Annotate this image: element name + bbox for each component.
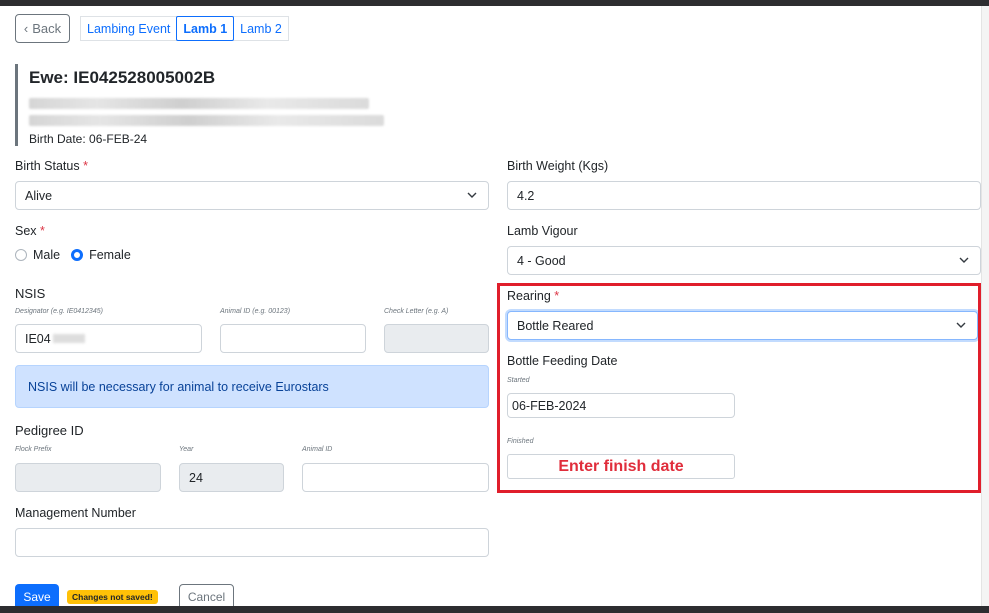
flock-prefix-label: Flock Prefix [15, 446, 52, 453]
window-bottom-bar [0, 606, 989, 613]
pedigree-animal-id-input[interactable] [302, 463, 489, 492]
ewe-birth-date: Birth Date: 06-FEB-24 [29, 132, 148, 146]
birth-status-label-text: Birth Status [15, 159, 80, 173]
management-number-input[interactable] [15, 528, 489, 557]
birth-weight-label: Birth Weight (Kgs) [507, 159, 609, 173]
check-letter-input [384, 324, 489, 353]
lamb-vigour-select[interactable]: 4 - Good [507, 246, 981, 275]
sex-radio-female[interactable] [71, 249, 84, 261]
birth-status-value: Alive [25, 188, 53, 203]
lamb-vigour-value: 4 - Good [517, 253, 566, 268]
birth-status-select[interactable]: Alive [15, 181, 489, 210]
flock-prefix-input [15, 463, 161, 492]
pedigree-animal-id-label: Animal ID [302, 446, 333, 453]
designator-value: IE04 [25, 331, 51, 346]
tab-lamb-1[interactable]: Lamb 1 [176, 16, 235, 41]
annotation-highlight-box [497, 283, 981, 493]
sex-label-text: Sex [15, 224, 37, 238]
pedigree-id-heading: Pedigree ID [15, 423, 84, 438]
nsis-alert-text: NSIS will be necessary for animal to rec… [28, 379, 329, 394]
sex-option-female-label[interactable]: Female [89, 248, 131, 262]
page-scrollbar[interactable] [981, 6, 989, 606]
tab-lamb-2[interactable]: Lamb 2 [233, 16, 289, 41]
nsis-animal-id-label: Animal ID (e.g. 00123) [220, 308, 291, 315]
back-button[interactable]: ‹ Back [15, 14, 70, 43]
designator-input[interactable]: IE04 [15, 324, 202, 353]
unsaved-changes-text: Changes not saved! [72, 592, 153, 602]
nsis-info-alert: NSIS will be necessary for animal to rec… [15, 365, 489, 408]
ewe-title: Ewe: IE042528005002B [29, 68, 216, 87]
sex-option-male-label[interactable]: Male [33, 248, 60, 262]
tab-lambing-event[interactable]: Lambing Event [80, 16, 178, 41]
sex-radio-group: Male Female [15, 248, 142, 262]
birth-weight-input[interactable]: 4.2 [507, 181, 981, 210]
lamb-tabs: Lambing Event Lamb 1 Lamb 2 [80, 16, 289, 41]
check-letter-label: Check Letter (e.g. A) [384, 308, 449, 315]
back-button-label: Back [32, 21, 62, 36]
chevron-down-icon [467, 192, 477, 198]
chevron-left-icon: ‹ [23, 21, 29, 36]
nsis-heading: NSIS [15, 286, 46, 301]
ewe-info-panel: Ewe: IE042528005002B Birth Date: 06-FEB-… [15, 64, 395, 146]
required-marker: * [40, 224, 45, 238]
lamb-vigour-label: Lamb Vigour [507, 224, 578, 238]
year-input: 24 [179, 463, 284, 492]
nsis-animal-id-input[interactable] [220, 324, 366, 353]
cancel-button-label: Cancel [187, 590, 226, 604]
birth-weight-value: 4.2 [517, 188, 535, 203]
window-top-bar [0, 0, 989, 6]
redacted-sire-line [29, 115, 384, 126]
year-label: Year [179, 446, 194, 453]
required-marker: * [83, 159, 88, 173]
sex-label: Sex * [15, 224, 45, 238]
designator-label: Designator (e.g. IE0412345) [15, 308, 103, 315]
redacted-designator [52, 334, 85, 343]
birth-status-label: Birth Status * [15, 159, 88, 173]
save-button-label: Save [23, 590, 51, 604]
redacted-breed-line [29, 98, 369, 109]
management-number-label: Management Number [15, 506, 136, 520]
year-value: 24 [189, 470, 203, 485]
sex-radio-male[interactable] [15, 249, 27, 261]
chevron-down-icon [959, 257, 969, 263]
unsaved-changes-badge: Changes not saved! [67, 590, 158, 604]
